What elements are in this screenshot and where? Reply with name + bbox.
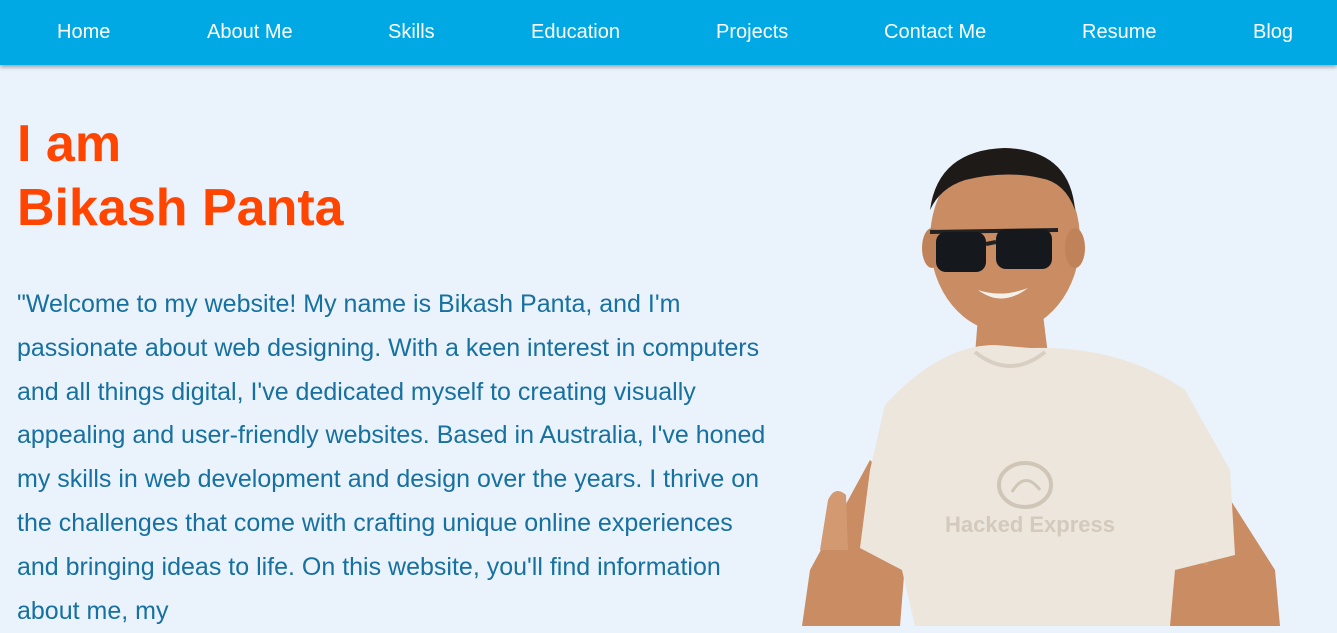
left-thumb: [820, 491, 848, 550]
nav-link-home[interactable]: Home: [57, 21, 110, 43]
profile-photo: Hacked Express: [802, 148, 1280, 626]
nav-link-blog[interactable]: Blog: [1253, 21, 1293, 43]
hero-title-name: Bikash Panta: [17, 179, 344, 237]
nav-link-education[interactable]: Education: [531, 21, 620, 43]
shirt-print-text: Hacked Express: [945, 512, 1115, 537]
intro-paragraph: "Welcome to my website! My name is Bikas…: [17, 290, 766, 625]
nav-link-resume[interactable]: Resume: [1082, 21, 1156, 43]
nav-link-skills[interactable]: Skills: [388, 21, 435, 43]
hero-title: I am Bikash Panta: [17, 112, 344, 240]
nav-link-projects[interactable]: Projects: [716, 21, 788, 43]
hero-title-line-1: I am: [17, 115, 122, 173]
nav-link-about-me[interactable]: About Me: [207, 21, 293, 43]
nav-link-contact-me[interactable]: Contact Me: [884, 21, 986, 43]
top-nav: Home About Me Skills Education Projects …: [0, 0, 1337, 65]
